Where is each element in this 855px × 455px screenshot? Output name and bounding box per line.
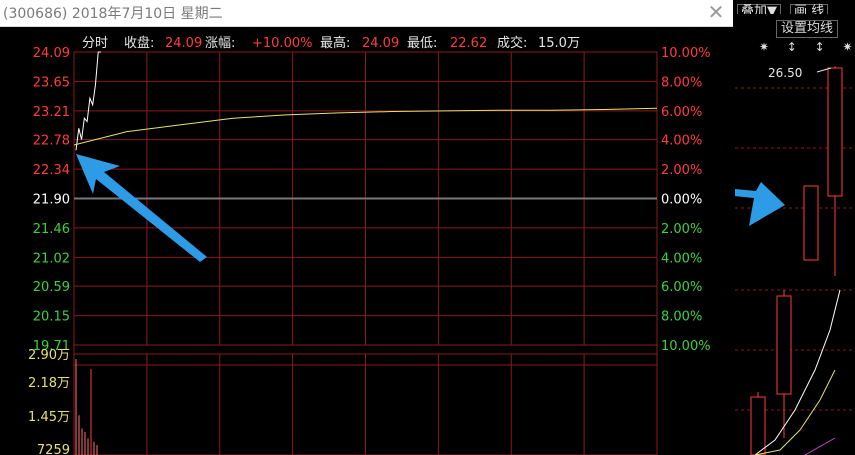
percent-tick-label: 10.00%: [661, 339, 711, 354]
peak-price-label: 26.50: [768, 66, 803, 80]
info-close-label: 收盘:: [124, 35, 154, 51]
window-title: (300686) 2018年7月10日 星期二: [3, 6, 223, 22]
window-titlebar: (300686) 2018年7月10日 星期二 ✕: [0, 0, 733, 27]
percent-tick-label: 8.00%: [661, 75, 702, 90]
ma-setting-button[interactable]: 设置均线: [776, 20, 839, 38]
percent-tick-label: 8.00%: [661, 310, 702, 325]
percent-tick-label: 4.00%: [661, 134, 702, 149]
info-volume-label: 成交:: [497, 35, 527, 51]
candle-2: [776, 290, 792, 438]
price-tick-label: 21.46: [33, 222, 70, 237]
percent-tick-label: 2.00%: [661, 222, 702, 237]
volume-tick-label: 1.45万: [28, 410, 70, 425]
price-tick-label: 20.59: [33, 280, 70, 295]
info-volume-value: 15.0万: [538, 36, 580, 51]
info-mode: 分时: [82, 36, 108, 51]
arrow-annotation-left: [76, 154, 207, 262]
ma-star-icon[interactable]: ✷: [752, 40, 776, 54]
ma-updown-icon[interactable]: ↕: [780, 40, 804, 54]
price-tick-label: 24.09: [33, 46, 70, 61]
price-tick-label: 22.34: [33, 163, 70, 178]
ma-star-icon[interactable]: ✷: [835, 40, 855, 54]
percent-tick-label: 6.00%: [661, 105, 702, 120]
volume-tick-label: 7259: [37, 443, 70, 455]
candle-1: [750, 392, 766, 455]
info-high-value: 24.09: [362, 36, 399, 51]
price-tick-label: 20.15: [33, 310, 70, 325]
intraday-chart: 分时 收盘: 24.09 涨幅: +10.00% 最高: 24.09 最低: 2…: [28, 35, 711, 455]
price-tick-label: 21.90: [33, 193, 70, 208]
price-tick-label: 21.02: [33, 251, 70, 266]
volume-tick-label: 2.90万: [28, 348, 70, 363]
price-tick-label: 23.65: [33, 75, 70, 90]
close-icon[interactable]: ✕: [705, 1, 727, 23]
side-toolbar: 叠加▼ 画 线: [737, 0, 832, 14]
ma-icon-row: ✷ ↕ ↕ ✷: [752, 40, 855, 54]
info-change-label: 涨幅:: [205, 36, 235, 51]
info-high-label: 最高:: [320, 35, 350, 51]
draw-line-button[interactable]: 画 线: [790, 4, 829, 14]
info-close-value: 24.09: [165, 36, 202, 51]
percent-tick-label: 6.00%: [661, 280, 702, 295]
info-change-value: +10.00%: [252, 36, 312, 51]
arrow-annotation-right: [735, 182, 785, 226]
percent-tick-label: 10.00%: [661, 46, 711, 61]
price-tick-label: 23.21: [33, 105, 70, 120]
volume-tick-label: 2.18万: [28, 376, 70, 391]
info-low-label: 最低:: [407, 36, 437, 51]
ma-line-white: [754, 289, 841, 455]
candle-4: [827, 66, 843, 276]
percent-tick-label: 4.00%: [661, 251, 702, 266]
price-line: [75, 51, 101, 151]
candle-3: [803, 185, 819, 261]
percent-tick-label: 2.00%: [661, 163, 702, 178]
ma-line-magenta: [804, 437, 836, 455]
overlay-button[interactable]: 叠加▼: [737, 4, 781, 14]
ma-line-yellow: [754, 369, 836, 455]
price-tick-label: 22.78: [33, 134, 70, 149]
percent-tick-label: 0.00%: [661, 193, 702, 208]
ma-updown-icon[interactable]: ↕: [808, 40, 832, 54]
info-low-value: 22.62: [450, 36, 487, 51]
